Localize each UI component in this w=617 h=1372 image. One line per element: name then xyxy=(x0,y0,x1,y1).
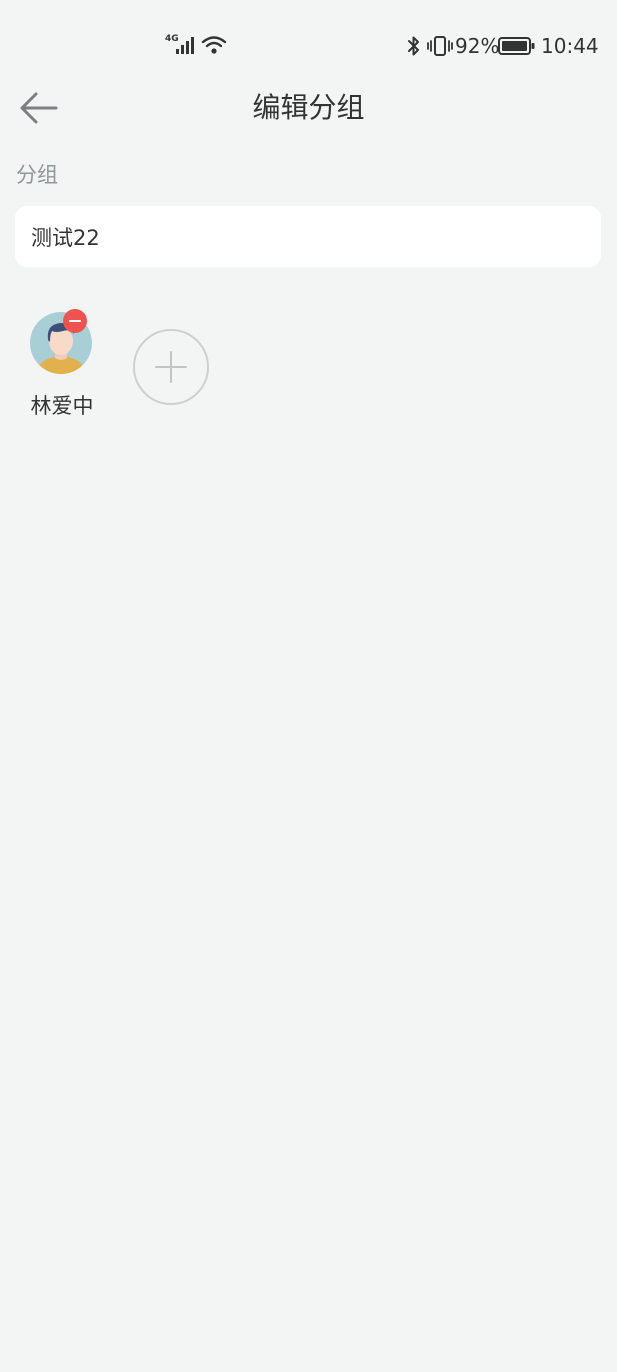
back-button[interactable] xyxy=(10,84,66,132)
clock: 10:44 xyxy=(541,34,599,58)
add-member-button[interactable] xyxy=(133,329,209,405)
status-bar: 4G 92% 10:44 xyxy=(0,0,617,90)
remove-member-button[interactable] xyxy=(63,309,87,333)
arrow-left-icon xyxy=(20,92,58,124)
wifi-icon xyxy=(201,34,227,56)
vibrate-icon xyxy=(427,35,453,57)
network-type-label: 4G xyxy=(165,34,179,44)
group-section-label: 分组 xyxy=(16,163,58,187)
plus-icon xyxy=(155,351,187,383)
bluetooth-icon xyxy=(404,35,424,57)
member-item[interactable]: 林爱中 xyxy=(16,308,108,428)
header: 编辑分组 xyxy=(0,80,617,136)
battery-percent: 92% xyxy=(455,34,500,58)
page-title: 编辑分组 xyxy=(252,91,365,124)
cellular-signal-icon: 4G xyxy=(165,34,197,56)
group-name-field[interactable] xyxy=(15,206,601,267)
battery-icon xyxy=(498,36,536,56)
group-name-input[interactable] xyxy=(31,224,585,249)
member-name: 林爱中 xyxy=(30,394,94,418)
